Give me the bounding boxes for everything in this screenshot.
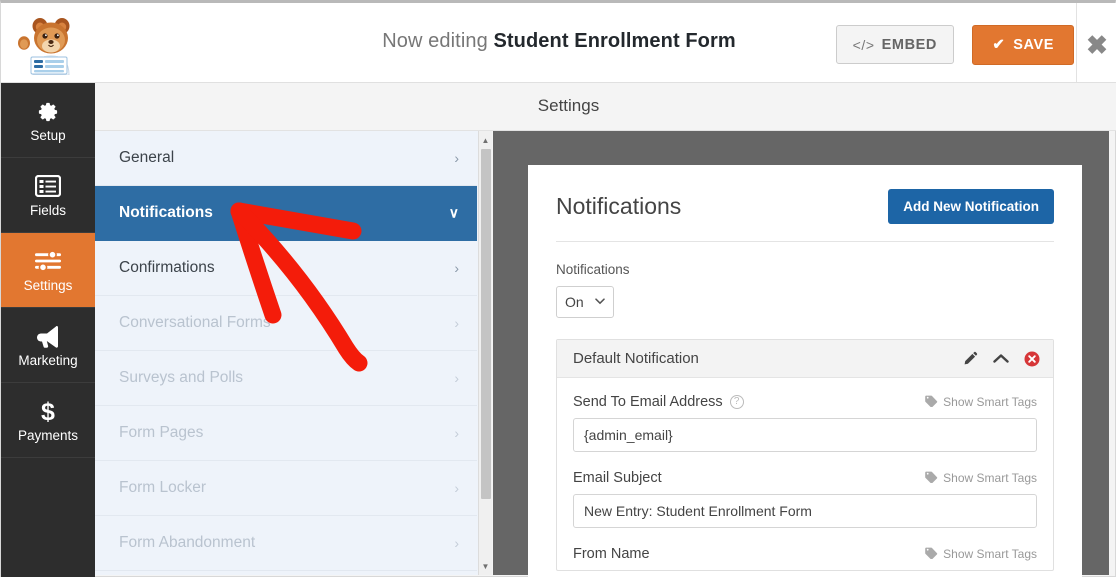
- chevron-up-icon[interactable]: [993, 353, 1009, 364]
- settings-item-label: Form Pages: [119, 424, 204, 441]
- show-smart-tags-link[interactable]: Show Smart Tags: [925, 471, 1037, 486]
- notifications-panel-header: Notifications Add New Notification: [556, 189, 1054, 242]
- sidebar-item-settings[interactable]: Settings: [1, 233, 95, 308]
- email-subject-label: Email Subject: [573, 470, 662, 486]
- show-smart-tags-label: Show Smart Tags: [943, 471, 1037, 485]
- delete-circle-icon[interactable]: [1024, 351, 1040, 367]
- chevron-right-icon: ›: [454, 315, 459, 331]
- scroll-up-arrow-icon[interactable]: ▲: [479, 133, 492, 147]
- chevron-down-icon: ∨: [448, 204, 459, 221]
- close-icon[interactable]: ✖: [1081, 29, 1113, 61]
- embed-button-label: EMBED: [881, 36, 937, 53]
- settings-item-label: Notifications: [119, 204, 213, 221]
- svg-text:$: $: [41, 398, 55, 424]
- from-name-label: From Name: [573, 546, 650, 562]
- chevron-down-icon: [595, 297, 605, 308]
- show-smart-tags-label: Show Smart Tags: [943, 547, 1037, 561]
- show-smart-tags-label: Show Smart Tags: [943, 395, 1037, 409]
- chevron-right-icon: ›: [454, 480, 459, 496]
- settings-item-label: Confirmations: [119, 259, 215, 276]
- notifications-toggle-select[interactable]: On: [556, 286, 614, 318]
- from-name-row: From Name Show Smart Tags: [573, 546, 1037, 562]
- tag-icon: [925, 547, 938, 562]
- top-bar: Now editing Student Enrollment Form </> …: [1, 3, 1116, 83]
- help-icon[interactable]: ?: [729, 395, 744, 409]
- settings-item-form-pages[interactable]: Form Pages ›: [95, 406, 477, 461]
- form-name: Student Enrollment Form: [493, 30, 736, 52]
- send-to-email-row: Send To Email Address ? Show Smart Tags: [573, 394, 1037, 410]
- settings-list-scrollbar[interactable]: ▲ ▼: [478, 131, 492, 575]
- email-subject-input[interactable]: [573, 494, 1037, 528]
- sidebar-item-label: Fields: [29, 202, 66, 218]
- sidebar-item-label: Payments: [17, 427, 79, 443]
- settings-item-general[interactable]: General ›: [95, 131, 477, 186]
- settings-header-title: Settings: [537, 96, 600, 115]
- settings-item-notifications[interactable]: Notifications ∨: [95, 186, 477, 241]
- email-subject-row: Email Subject Show Smart Tags: [573, 470, 1037, 486]
- save-button[interactable]: ✔ SAVE: [972, 25, 1074, 65]
- dollar-icon: $: [39, 398, 57, 424]
- megaphone-icon: [34, 323, 62, 349]
- pencil-icon[interactable]: [962, 351, 978, 367]
- save-button-label: SAVE: [1013, 37, 1054, 53]
- settings-item-label: General: [119, 149, 175, 166]
- settings-header-bar: Settings: [95, 83, 1116, 131]
- chevron-right-icon: ›: [454, 150, 459, 166]
- settings-item-label: Surveys and Polls: [119, 369, 244, 386]
- settings-item-surveys-and-polls[interactable]: Surveys and Polls ›: [95, 351, 477, 406]
- settings-list: General › Notifications ∨ Confirmations …: [95, 131, 477, 571]
- chevron-right-icon: ›: [454, 260, 459, 276]
- embed-button[interactable]: </> EMBED: [835, 25, 954, 64]
- add-new-notification-button[interactable]: Add New Notification: [888, 189, 1054, 224]
- check-icon: ✔: [992, 37, 1006, 53]
- chevron-right-icon: ›: [454, 370, 459, 386]
- notifications-toggle-label: Notifications: [556, 262, 630, 277]
- sidebar-item-setup[interactable]: Setup: [1, 83, 95, 158]
- send-to-email-input[interactable]: [573, 418, 1037, 452]
- builder-sidebar: Setup Fields Settings Marketing $ Paymen…: [1, 83, 95, 577]
- sidebar-item-label: Settings: [23, 277, 73, 293]
- wpforms-form-builder: Now editing Student Enrollment Form </> …: [0, 0, 1116, 577]
- wpforms-bear-logo: [7, 8, 93, 80]
- settings-item-conversational-forms[interactable]: Conversational Forms ›: [95, 296, 477, 351]
- chevron-right-icon: ›: [454, 535, 459, 551]
- sidebar-item-fields[interactable]: Fields: [1, 158, 95, 233]
- tag-icon: [925, 471, 938, 486]
- list-icon: [35, 173, 61, 199]
- default-notification-header: Default Notification: [557, 340, 1053, 378]
- settings-list-panel: General › Notifications ∨ Confirmations …: [95, 131, 492, 575]
- sidebar-item-marketing[interactable]: Marketing: [1, 308, 95, 383]
- topbar-divider: [1076, 3, 1077, 82]
- settings-item-label: Form Locker: [119, 479, 206, 496]
- default-notification-body: Send To Email Address ? Show Smart Tags: [557, 378, 1053, 562]
- chevron-right-icon: ›: [454, 425, 459, 441]
- settings-item-form-abandonment[interactable]: Form Abandonment ›: [95, 516, 477, 571]
- show-smart-tags-link[interactable]: Show Smart Tags: [925, 395, 1037, 410]
- sliders-icon: [34, 248, 62, 274]
- notifications-heading: Notifications: [556, 193, 682, 219]
- settings-item-label: Form Abandonment: [119, 534, 256, 551]
- default-notification-block: Default Notification Send To Email Addre…: [556, 339, 1054, 571]
- sidebar-item-payments[interactable]: $ Payments: [1, 383, 95, 458]
- sidebar-item-label: Marketing: [18, 352, 78, 368]
- send-to-email-label: Send To Email Address: [573, 394, 723, 410]
- gear-icon: [36, 98, 60, 124]
- code-icon: </>: [852, 36, 875, 53]
- show-smart-tags-link[interactable]: Show Smart Tags: [925, 547, 1037, 562]
- default-notification-title: Default Notification: [573, 350, 699, 367]
- settings-item-confirmations[interactable]: Confirmations ›: [95, 241, 477, 296]
- settings-item-form-locker[interactable]: Form Locker ›: [95, 461, 477, 516]
- scrollbar-thumb[interactable]: [481, 149, 491, 499]
- editing-prefix: Now editing: [382, 30, 494, 52]
- sidebar-item-label: Setup: [30, 127, 66, 143]
- notifications-toggle-value: On: [565, 294, 584, 310]
- scroll-down-arrow-icon[interactable]: ▼: [479, 559, 492, 573]
- settings-item-label: Conversational Forms: [119, 314, 271, 331]
- notifications-panel: Notifications Add New Notification Notif…: [528, 165, 1082, 577]
- tag-icon: [925, 395, 938, 410]
